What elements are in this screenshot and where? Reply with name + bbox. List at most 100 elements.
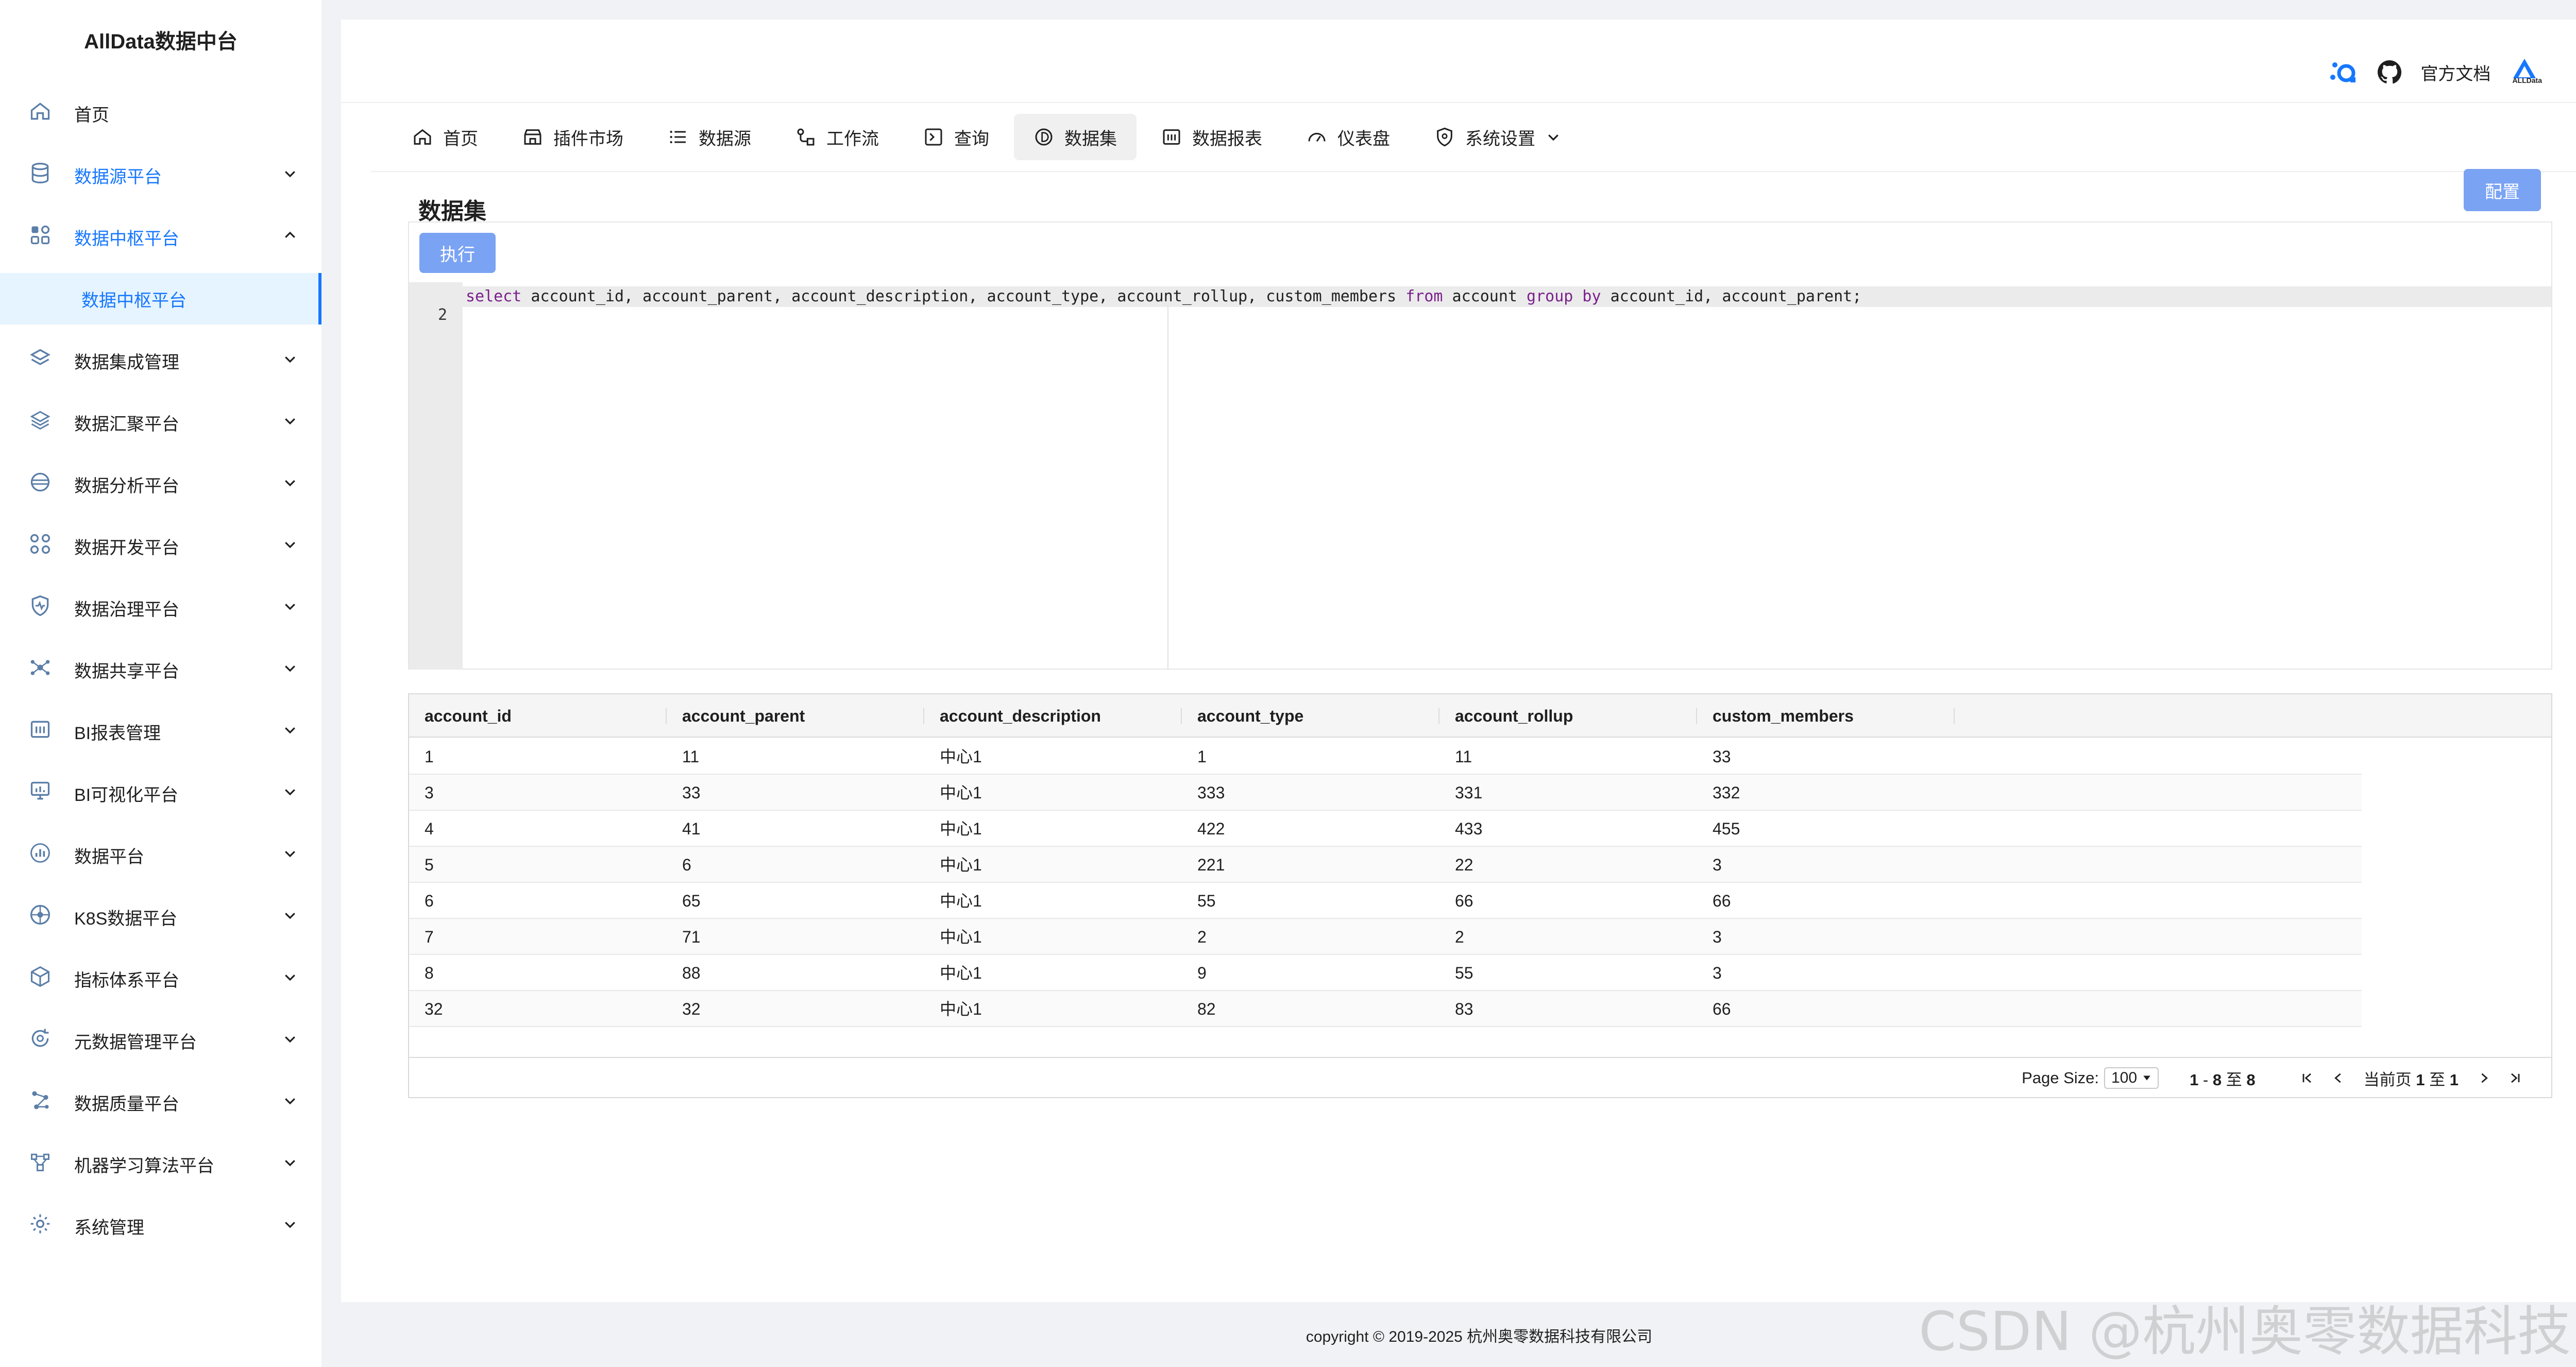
column-header[interactable]: account_parent <box>667 694 924 738</box>
sidebar-item-label: 机器学习算法平台 <box>74 1156 214 1176</box>
table-row[interactable]: 7 71 中心1 2 2 3 <box>409 919 2362 955</box>
nav-divider <box>371 171 2576 172</box>
nav-tab-label: 插件市场 <box>553 129 623 149</box>
table-cell: 2 <box>1455 928 1464 946</box>
sidebar-item[interactable]: K8S数据平台 <box>0 891 321 943</box>
table-row[interactable]: 1 11 中心1 1 11 33 <box>409 739 2362 775</box>
header-divider <box>341 102 2576 103</box>
nav-tab[interactable]: 数据源 <box>648 114 771 160</box>
network-nodes-icon <box>29 1089 56 1116</box>
range-total: 8 <box>2246 1070 2256 1089</box>
sidebar-item[interactable]: 数据集成管理 <box>0 335 321 386</box>
chevron-down-icon <box>282 599 301 617</box>
integration-icon[interactable] <box>2328 59 2359 86</box>
table-cell: 中心1 <box>940 1000 982 1018</box>
table-cell: 433 <box>1455 819 1483 838</box>
sidebar-item[interactable]: 机器学习算法平台 <box>0 1138 321 1190</box>
sidebar-item-label: 数据质量平台 <box>74 1094 179 1114</box>
sidebar-subitem-data-hub[interactable]: 数据中枢平台 <box>0 273 321 324</box>
prev-page-button[interactable] <box>2328 1068 2348 1088</box>
table-row[interactable]: 5 6 中心1 221 22 3 <box>409 847 2362 883</box>
table-row[interactable]: 8 88 中心1 9 55 3 <box>409 955 2362 991</box>
table-cell: 41 <box>682 819 701 838</box>
sql-text: account <box>1443 287 1527 305</box>
table-row[interactable]: 4 41 中心1 422 433 455 <box>409 811 2362 847</box>
cube-icon <box>29 965 56 992</box>
sidebar-item[interactable]: 数据分析平台 <box>0 458 321 510</box>
nav-tab-label: 数据源 <box>699 129 751 149</box>
sidebar-item-label: 数据平台 <box>74 847 144 867</box>
column-header[interactable]: account_rollup <box>1439 694 1697 738</box>
nav-tab[interactable]: 仪表盘 <box>1287 114 1410 160</box>
config-button[interactable]: 配置 <box>2464 169 2541 211</box>
nav-tab-label: 工作流 <box>826 129 879 149</box>
table-cell: 中心1 <box>940 856 982 874</box>
report-icon <box>29 718 56 745</box>
sql-editor-panel: 执行 1 2 select account_id, account_parent… <box>408 221 2552 670</box>
chevron-up-icon <box>282 228 301 246</box>
sql-code-line[interactable]: select account_id, account_parent, accou… <box>466 286 1861 307</box>
gear-icon <box>29 1212 56 1239</box>
chevron-down-icon <box>282 1031 301 1050</box>
sidebar-item[interactable]: BI报表管理 <box>0 706 321 757</box>
table-cell: 9 <box>1197 964 1207 982</box>
docs-link[interactable]: 官方文档 <box>2420 60 2490 85</box>
nav-tab[interactable]: 系统设置 <box>1415 114 1581 160</box>
column-header[interactable]: account_description <box>924 694 1182 738</box>
sidebar-item[interactable]: 系统管理 <box>0 1200 321 1252</box>
column-header[interactable]: account_type <box>1182 694 1439 738</box>
table-cell: 221 <box>1197 856 1225 874</box>
chevron-down-icon <box>282 475 301 493</box>
sidebar-item[interactable]: 首页 <box>0 88 321 139</box>
sidebar-item[interactable]: 数据开发平台 <box>0 520 321 572</box>
nav-tab[interactable]: 插件市场 <box>503 114 643 160</box>
nav-tab[interactable]: 数据报表 <box>1142 114 1282 160</box>
dataset-icon <box>1033 127 1054 147</box>
table-cell: 33 <box>682 783 701 802</box>
sidebar-item[interactable]: 数据质量平台 <box>0 1076 321 1128</box>
sidebar-item-label: 数据汇聚平台 <box>74 414 179 434</box>
sidebar-item[interactable]: 数据共享平台 <box>0 644 321 695</box>
sidebar-item[interactable]: 数据平台 <box>0 829 321 881</box>
last-page-button[interactable] <box>2505 1068 2526 1088</box>
run-button[interactable]: 执行 <box>419 233 496 273</box>
page-size-select[interactable]: 100 <box>2104 1067 2159 1089</box>
home-icon <box>29 100 56 127</box>
nav-tab[interactable]: 查询 <box>904 114 1009 160</box>
next-page-button[interactable] <box>2474 1068 2495 1088</box>
user-menu[interactable]: ALLData <box>2509 57 2576 88</box>
sidebar-item-label: 数据分析平台 <box>74 476 179 496</box>
table-row[interactable]: 6 65 中心1 55 66 66 <box>409 883 2362 919</box>
sidebar-item[interactable]: 指标体系平台 <box>0 953 321 1004</box>
table-cell: 422 <box>1197 819 1225 838</box>
nav-tab[interactable]: 工作流 <box>776 114 899 160</box>
chevron-down-icon <box>282 846 301 864</box>
first-page-button[interactable] <box>2297 1068 2317 1088</box>
sidebar-item[interactable]: 数据治理平台 <box>0 582 321 634</box>
table-row[interactable]: 32 32 中心1 82 83 66 <box>409 991 2362 1027</box>
sidebar-item[interactable]: 数据源平台 <box>0 149 321 201</box>
column-header[interactable]: custom_members <box>1697 694 1955 738</box>
page-separator: 至 <box>2429 1070 2446 1089</box>
nav-tab-label: 系统设置 <box>1465 129 1535 149</box>
share-hub-icon <box>29 656 56 683</box>
sidebar-item[interactable]: 元数据管理平台 <box>0 1015 321 1066</box>
nav-tab[interactable]: 数据集 <box>1014 114 1137 160</box>
github-icon[interactable] <box>2377 60 2402 84</box>
table-cell: 3 <box>1713 928 1722 946</box>
nav-tab-label: 首页 <box>443 129 478 149</box>
sidebar-item[interactable]: BI可视化平台 <box>0 767 321 819</box>
nav-tab[interactable]: 首页 <box>393 114 498 160</box>
sidebar-item-label: K8S数据平台 <box>74 909 178 929</box>
column-header[interactable]: account_id <box>409 694 667 738</box>
sidebar-item[interactable]: 数据汇聚平台 <box>0 397 321 448</box>
sidebar-subitem-label: 数据中枢平台 <box>81 291 187 311</box>
table-cell: 中心1 <box>940 928 982 946</box>
shield-pulse-icon <box>29 594 56 621</box>
sidebar-item[interactable]: 数据中枢平台 <box>0 211 321 263</box>
table-cell: 11 <box>1455 747 1472 766</box>
table-row[interactable]: 3 33 中心1 333 331 332 <box>409 775 2362 811</box>
table-cell: 3 <box>1713 856 1722 874</box>
column-resize-handle[interactable] <box>1954 708 1955 724</box>
sql-text: account_id, account_parent, account_desc… <box>521 287 1406 305</box>
